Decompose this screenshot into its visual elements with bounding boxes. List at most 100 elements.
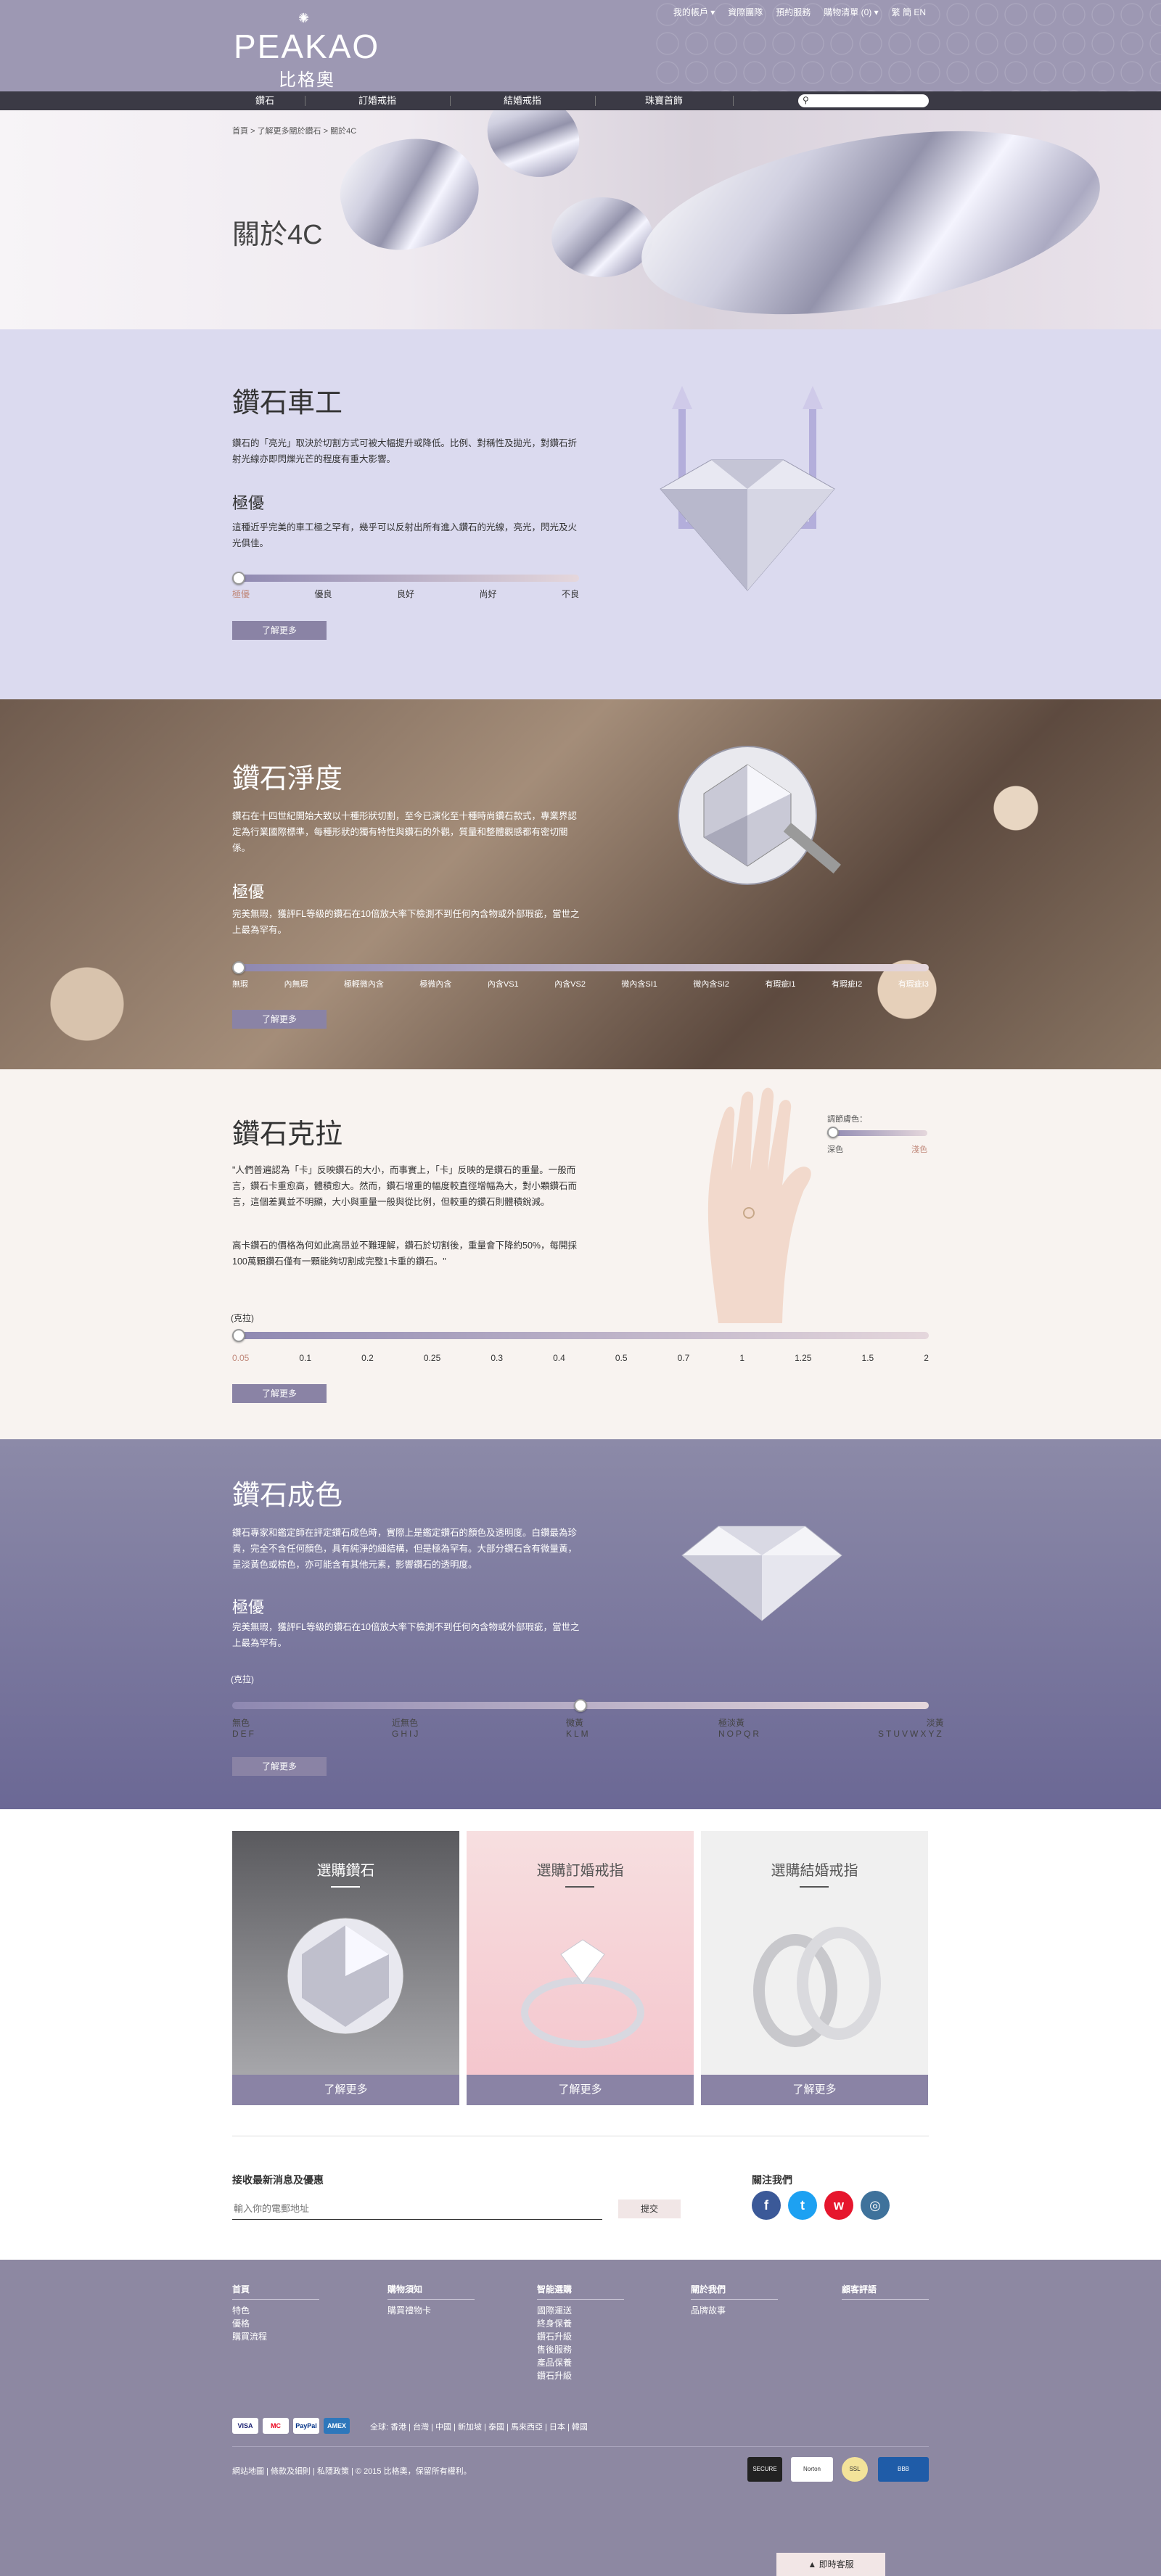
carat-slider-knob[interactable] [232,1329,245,1342]
nav-divider [595,96,596,106]
diamond-image [473,110,594,192]
footer-heading[interactable]: 購物須知 [387,2283,475,2300]
breadcrumb-learn[interactable]: 了解更多關於鑽石 [258,127,321,136]
cut-slider-knob[interactable] [232,572,245,585]
footer-link[interactable]: 特色 [232,2304,319,2317]
footer-link[interactable]: 品牌故事 [691,2304,778,2317]
cut-scale: 極優 優良 良好 尚好 不良 [232,589,579,599]
footer-heading[interactable]: 首頁 [232,2283,319,2300]
cut-learn-more-button[interactable]: 了解更多 [232,621,327,640]
account-link[interactable]: 我的帳戶 ▾ [673,6,715,18]
footer-link[interactable]: 國際運送 [537,2304,624,2317]
logo-text-en: PEAKAO [234,28,380,65]
booking-link[interactable]: 預約服務 [776,6,811,18]
cut-section: 鑽石車工 鑽石的「亮光」取決於切割方式可被大幅提升或降低。比例、對稱性及拋光，對… [0,329,1161,699]
cut-grade-title: 極優 [232,494,265,512]
twitter-icon[interactable]: t [788,2191,817,2220]
footer-divider [232,2446,929,2447]
breadcrumb-current: 關於4C [330,127,357,136]
color-slider-knob[interactable] [574,1699,587,1712]
wedding-rings-image [753,1927,881,2047]
footer-link[interactable]: 產品保養 [537,2356,624,2369]
card-underline [800,1886,829,1888]
skin-tone-slider-track[interactable] [827,1130,927,1136]
color-grade-description: 完美無瑕，獲評FL等級的鑽石在10倍放大率下檢測不到任何內含物或外部瑕疵，當世之… [232,1622,580,1648]
clarity-scale: 無瑕 內無瑕 極輕微內含 極微內含 內含VS1 內含VS2 微內含SI1 微內含… [232,980,929,989]
breadcrumb-home[interactable]: 首頁 [232,127,248,136]
card-learn-more-button[interactable]: 了解更多 [232,2075,459,2105]
clarity-learn-more-button[interactable]: 了解更多 [232,1010,327,1029]
color-grade-title: 極優 [232,1598,265,1616]
color-title: 鑽石成色 [232,1481,343,1511]
color-scale: 無色 DEF 近無色 GHIJ 微黃 KLM 極淡黃 NOPQR 淡黃 STUVWXYZ [232,1718,944,1739]
card-underline [565,1886,594,1888]
footer-column: 智能選購 國際運送 終身保養 鑽石升級 售後服務 產品保養 鑽石升級 [537,2283,624,2382]
diamond-image [627,110,1115,329]
footer-heading[interactable]: 關於我們 [691,2283,778,2300]
email-field[interactable] [232,2198,602,2220]
page-title: 關於4C [232,220,323,250]
footer-link[interactable]: 鑽石升級 [537,2330,624,2343]
cart-link[interactable]: 購物清單 (0) ▾ [824,6,878,18]
skin-tone-slider-knob[interactable] [827,1127,839,1138]
nav-item-wedding-rings[interactable]: 結婚戒指 [464,91,580,110]
submit-button[interactable]: 提交 [618,2200,681,2218]
footer-heading[interactable]: 智能選購 [537,2283,624,2300]
facebook-icon[interactable]: f [752,2191,781,2220]
diamond-image [329,123,491,265]
norton-badge-icon: Norton [791,2457,833,2482]
card-learn-more-button[interactable]: 了解更多 [701,2075,928,2105]
site-header: ✺ PEAKAO 比格奧 我的帳戶 ▾ 資際團隊 預約服務 購物清單 (0) ▾… [0,0,1161,91]
clarity-section: 鑽石淨度 鑽石在十四世紀開始大致以十種形狀切割，至今已演化至十種時尚鑽石款式，專… [0,699,1161,1069]
language-switch[interactable]: 繁 簡 EN [892,6,926,18]
footer-column: 顧客評語 [842,2283,929,2304]
clarity-slider-track[interactable] [232,964,929,971]
card-learn-more-button[interactable]: 了解更多 [467,2075,694,2105]
footer-link[interactable]: 鑽石升級 [537,2369,624,2382]
card-underline [331,1886,360,1888]
carat-learn-more-button[interactable]: 了解更多 [232,1384,327,1403]
live-chat-button[interactable]: ▲ 即時客服 [776,2553,885,2576]
card-title: 選購鑽石 [316,1863,375,1879]
logo-text-zh: 比格奧 [279,70,335,90]
card-title: 選購訂婚戒指 [536,1863,624,1879]
color-section: 鑽石成色 鑽石專家和鑑定師在評定鑽石成色時，實際上是鑑定鑽石的顏色及透明度。白鑽… [0,1439,1161,1809]
nav-item-engagement-rings[interactable]: 訂婚戒指 [319,91,435,110]
footer-link[interactable]: 購買流程 [232,2330,319,2343]
card-shop-engagement-rings[interactable]: 選購訂婚戒指 了解更多 [467,1831,694,2105]
clarity-title: 鑽石淨度 [232,764,343,794]
footer-link[interactable]: 購買禮物卡 [387,2304,475,2317]
card-shop-diamonds[interactable]: 選購鑽石 了解更多 [232,1831,459,2105]
clarity-grade-description: 完美無瑕，獲評FL等級的鑽石在10倍放大率下檢測不到任何內含物或外部瑕疵，當世之… [232,909,580,935]
footer-link[interactable]: 優格 [232,2317,319,2330]
footer-heading[interactable]: 顧客評語 [842,2283,929,2300]
cut-diamond-illustration [660,386,835,591]
card-shop-wedding-rings[interactable]: 選購結婚戒指 了解更多 [701,1831,928,2105]
nav-divider [450,96,451,106]
clarity-diamond-illustration [678,746,841,885]
cut-grade-description: 這種近乎完美的車工極之罕有，幾乎可以反射出所有進入鑽石的光線，亮光，閃光及火光俱… [232,522,578,548]
carat-section: 鑽石克拉 "人們普遍認為「卡」反映鑽石的大小，而事實上，「卡」反映的是鑽石的重量… [0,1069,1161,1439]
footer-column: 首頁 特色 優格 購買流程 [232,2283,319,2343]
weibo-icon[interactable]: w [824,2191,853,2220]
search-input[interactable]: ⚲ [798,94,929,107]
nav-item-jewelry[interactable]: 珠寶首飾 [610,91,718,110]
logo[interactable]: ✺ PEAKAO 比格奧 [234,10,386,90]
ssl-badge-icon: SSL [842,2457,868,2482]
clarity-grade-title: 極優 [232,883,265,901]
visa-icon: VISA [232,2418,258,2434]
instagram-icon[interactable]: ◎ [861,2191,890,2220]
nav-item-diamonds[interactable]: 鑽石 [232,91,298,110]
footer-column: 購物須知 購買禮物卡 [387,2283,475,2317]
color-learn-more-button[interactable]: 了解更多 [232,1757,327,1776]
copyright: 網站地圖 | 條款及細則 | 私隱政策 | © 2015 比格奧，保留所有權利。 [232,2467,472,2476]
clarity-slider-knob[interactable] [232,961,245,974]
region-links[interactable]: 全球: 香港 | 台灣 | 中國 | 新加坡 | 泰國 | 馬來西亞 | 日本 … [370,2421,588,2432]
carat-slider-track[interactable] [232,1332,929,1339]
footer-link[interactable]: 售後服務 [537,2343,624,2356]
footer-link[interactable]: 終身保養 [537,2317,624,2330]
team-link[interactable]: 資際團隊 [728,6,763,18]
skin-tone-label: 調節膚色： [827,1115,867,1124]
carat-description-2: 高卡鑽石的價格為何如此高昂並不難理解，鑽石於切割後，重量會下降約50%，每開採1… [232,1240,578,1267]
cut-slider-track[interactable] [232,575,579,582]
